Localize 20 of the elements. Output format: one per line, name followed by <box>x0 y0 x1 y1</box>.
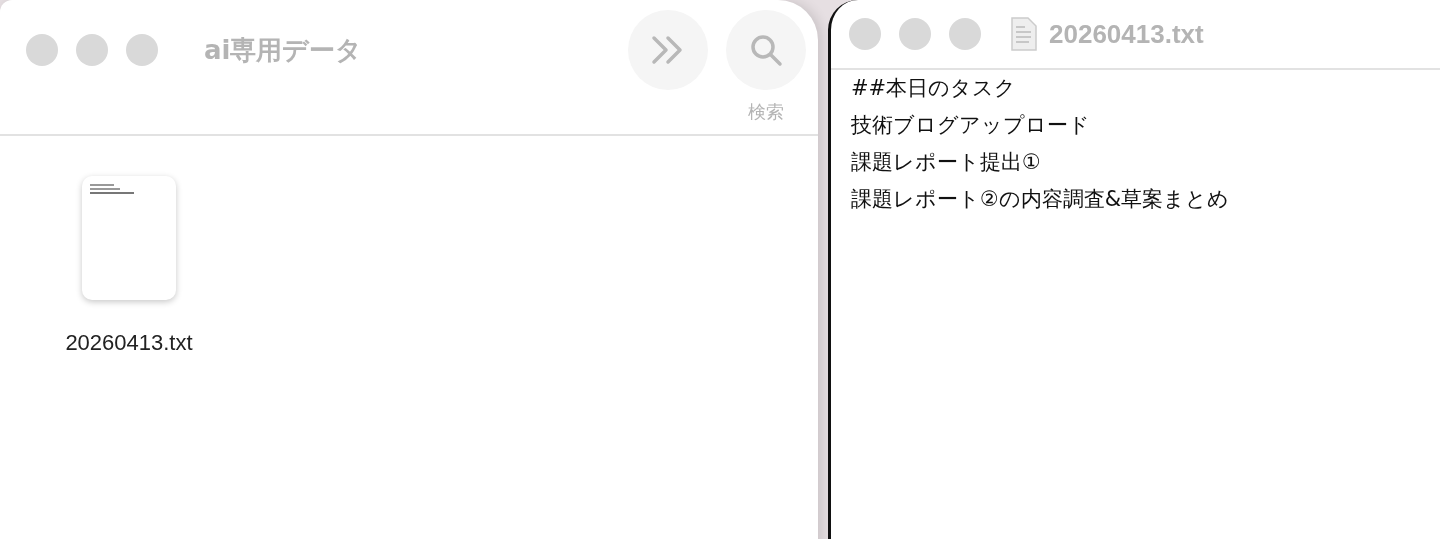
search-icon <box>749 33 783 67</box>
file-name: 20260413.txt <box>65 329 193 357</box>
text-line: 課題レポート②の内容調査&草案まとめ <box>851 186 1231 213</box>
window-control-button[interactable] <box>126 34 158 66</box>
text-editor[interactable]: ##本日のタスク 技術ブログアップロード 課題レポート提出① 課題レポート②の内容調査&草案まとめ <box>831 70 1440 218</box>
chevrons-icon <box>651 35 685 65</box>
window-control-button[interactable] <box>899 18 931 50</box>
window-title: 20260413.txt <box>1049 17 1204 51</box>
document-icon <box>1011 17 1037 51</box>
button-label: 検索 <box>748 100 784 124</box>
window-control-button[interactable] <box>849 18 881 50</box>
window-title: ai専用データ <box>204 34 363 66</box>
file-item[interactable]: 20260413.txt <box>44 176 214 359</box>
window-control-button[interactable] <box>26 34 58 66</box>
window-control-button[interactable] <box>76 34 108 66</box>
text-line: ##本日のタスク <box>851 75 1018 102</box>
window-control-button[interactable] <box>949 18 981 50</box>
text-line: 技術ブログアップロード <box>851 112 1091 139</box>
document-thumbnail-icon <box>82 176 176 300</box>
text-line: 課題レポート提出① <box>851 149 1042 176</box>
